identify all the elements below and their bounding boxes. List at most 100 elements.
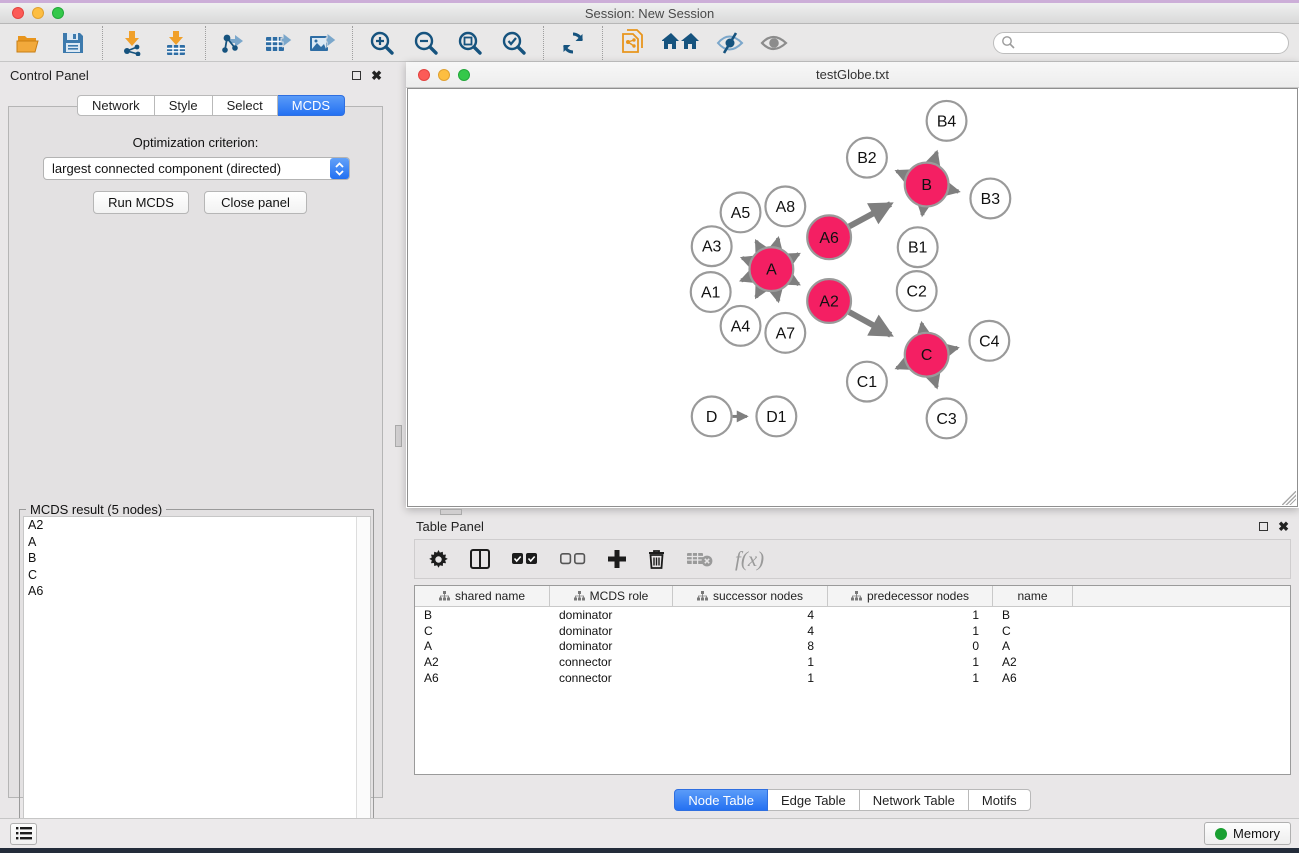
network-canvas[interactable]: B4 B2 B B3 A5A8A6 A3 B1 A A1 C2 A2 A4A7 C4 C C1 C3 D D1 [407,88,1298,507]
scrollbar-track[interactable] [356,517,370,842]
table-settings-icon[interactable] [429,550,448,569]
table-row[interactable]: Cdominator41C [415,623,1290,639]
run-mcds-button[interactable]: Run MCDS [93,191,189,214]
task-history-button[interactable] [10,823,37,845]
edge-B-B1[interactable] [922,207,923,215]
tab-node-table[interactable]: Node Table [674,789,768,811]
node-table[interactable]: shared nameMCDS rolesuccessor nodesprede… [414,585,1291,775]
close-panel-button[interactable]: Close panel [204,191,307,214]
edge-A-A3[interactable] [742,258,750,261]
save-session-icon[interactable] [58,29,88,57]
node-B3[interactable]: B3 [970,179,1010,219]
edge-C-C2[interactable] [922,323,923,332]
column-header-MCDS-role[interactable]: MCDS role [550,586,673,606]
node-B2[interactable]: B2 [847,138,887,178]
table-row[interactable]: A2connector11A2 [415,654,1290,670]
zoom-in-icon[interactable] [367,29,397,57]
float-panel-icon[interactable] [352,71,361,80]
edge-B-B4[interactable] [933,152,936,163]
edge-A-A2[interactable] [791,280,798,284]
node-A3[interactable]: A3 [692,226,732,266]
import-table-icon[interactable] [161,29,191,57]
edge-B-B3[interactable] [949,189,958,191]
show-hide-icon[interactable] [759,29,789,57]
delete-icon[interactable] [648,549,665,569]
add-column-icon[interactable] [608,550,626,568]
node-B[interactable]: B [905,163,949,207]
optimization-criterion-select[interactable]: largest connected component (directed) [43,157,350,180]
node-A6[interactable]: A6 [807,215,851,259]
node-C1[interactable]: C1 [847,362,887,402]
mcds-result-item[interactable]: A2 [24,517,370,534]
export-image-icon[interactable] [308,29,338,57]
node-A4[interactable]: A4 [721,306,761,346]
node-D1[interactable]: D1 [756,397,796,437]
first-neighbors-icon[interactable] [661,29,701,57]
select-all-icon[interactable] [512,553,538,566]
node-C4[interactable]: C4 [969,321,1009,361]
edge-A-A6[interactable] [791,254,798,258]
tab-style[interactable]: Style [155,95,213,116]
memory-button[interactable]: Memory [1204,822,1291,845]
network-graph[interactable]: B4 B2 B B3 A5A8A6 A3 B1 A A1 C2 A2 A4A7 C4 C C1 C3 D D1 [408,89,1297,506]
column-header-shared-name[interactable]: shared name [415,586,550,606]
edge-C-C3[interactable] [933,377,936,388]
deselect-all-icon[interactable] [560,553,586,566]
search-input[interactable] [993,32,1289,54]
import-network-icon[interactable] [117,29,147,57]
node-A7[interactable]: A7 [765,313,805,353]
edge-A6-B[interactable] [849,204,890,226]
split-columns-icon[interactable] [470,549,490,569]
mcds-result-item[interactable]: C [24,567,370,584]
edge-A-A4[interactable] [756,289,760,297]
split-divider-handle[interactable] [395,425,402,447]
mcds-result-list[interactable]: A2ABCA6 [23,516,371,843]
network-window-titlebar[interactable]: testGlobe.txt [406,62,1299,88]
export-network-icon[interactable] [220,29,250,57]
show-hide-graphics-icon[interactable] [715,29,745,57]
edge-A-A1[interactable] [741,277,750,280]
float-table-panel-icon[interactable] [1259,522,1268,531]
edge-C-C4[interactable] [949,348,957,350]
mcds-result-item[interactable]: B [24,550,370,567]
node-A2[interactable]: A2 [807,279,851,323]
zoom-selected-icon[interactable] [499,29,529,57]
export-table-icon[interactable] [264,29,294,57]
resize-grip[interactable] [1282,491,1296,505]
edge-A-A8[interactable] [776,238,778,246]
node-C3[interactable]: C3 [927,399,967,439]
node-D[interactable]: D [692,397,732,437]
tab-network[interactable]: Network [77,95,155,116]
node-A8[interactable]: A8 [765,187,805,227]
column-header-successor-nodes[interactable]: successor nodes [673,586,828,606]
edge-C-C1[interactable] [897,364,906,368]
tab-network-table[interactable]: Network Table [860,789,969,811]
node-C2[interactable]: C2 [897,271,937,311]
close-panel-icon[interactable]: ✖ [371,71,382,80]
node-C[interactable]: C [905,333,949,377]
edge-A-A7[interactable] [776,291,778,300]
close-table-panel-icon[interactable]: ✖ [1278,522,1289,531]
column-header-predecessor-nodes[interactable]: predecessor nodes [828,586,993,606]
zoom-fit-icon[interactable] [455,29,485,57]
mcds-result-item[interactable]: A [24,534,370,551]
column-header-name[interactable]: name [993,586,1073,606]
table-row[interactable]: Bdominator41B [415,607,1290,623]
node-A5[interactable]: A5 [721,193,761,233]
open-session-icon[interactable] [14,29,44,57]
edge-B-B2[interactable] [897,171,906,175]
mcds-result-item[interactable]: A6 [24,583,370,600]
node-A1[interactable]: A1 [691,272,731,312]
tab-edge-table[interactable]: Edge Table [768,789,860,811]
node-B1[interactable]: B1 [898,227,938,267]
zoom-out-icon[interactable] [411,29,441,57]
node-B4[interactable]: B4 [927,101,967,141]
new-session-from-network-icon[interactable] [617,29,647,57]
table-row[interactable]: A6connector11A6 [415,670,1290,686]
edge-A2-C[interactable] [849,312,891,335]
table-row[interactable]: Adominator80A [415,639,1290,655]
node-A[interactable]: A [749,247,793,291]
edge-A-A5[interactable] [756,241,760,249]
tab-select[interactable]: Select [213,95,278,116]
delete-table-icon[interactable] [687,551,713,567]
